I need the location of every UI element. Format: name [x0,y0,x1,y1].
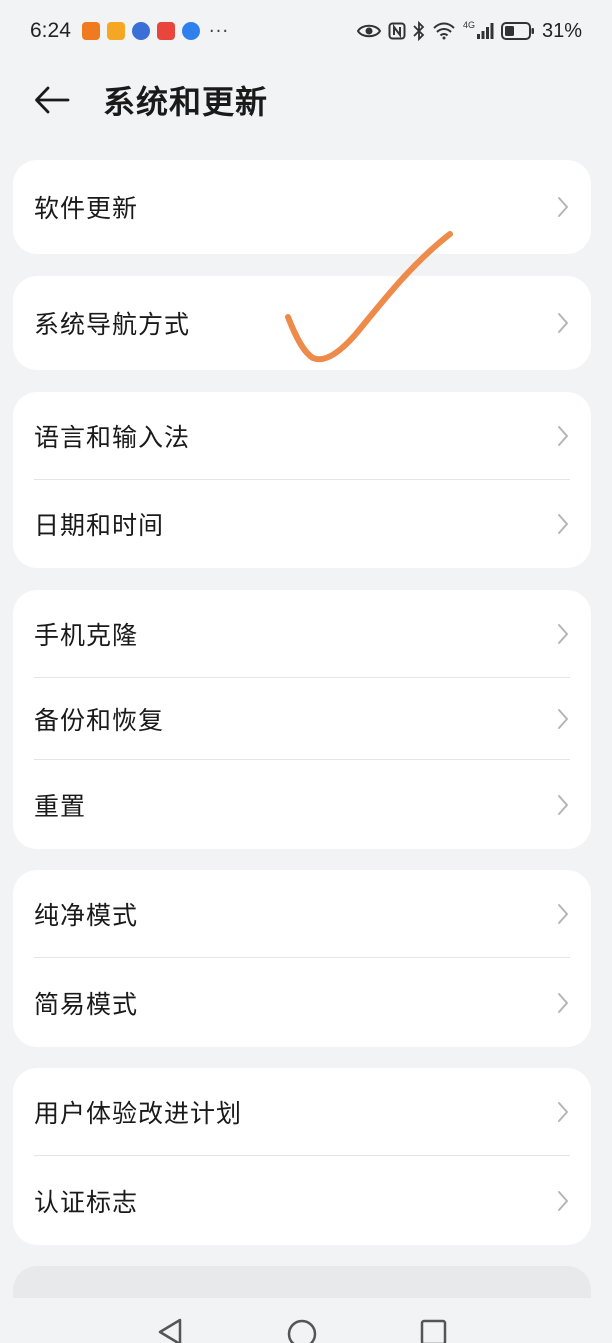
settings-item-label: 认证标志 [34,1187,139,1217]
chevron-right-icon [558,709,568,729]
chevron-right-icon [558,1190,568,1211]
settings-item-software-update[interactable]: 软件更新 [13,160,591,254]
settings-item-date-time[interactable]: 日期和时间 [13,480,591,568]
network-type-label: 4G [462,20,475,30]
chevron-right-icon [558,992,568,1013]
system-navigation-bar [0,1298,612,1343]
settings-group: 手机克隆 备份和恢复 重置 [13,590,591,849]
status-bar: 6:24 ··· 4G 31% [0,0,612,62]
nfc-icon [388,22,406,40]
settings-item-label: 简易模式 [34,989,139,1019]
chevron-right-icon [558,624,568,644]
settings-group: 系统导航方式 [13,276,591,370]
chevron-right-icon [558,313,568,333]
notification-app-icon [106,22,125,40]
nav-back-triangle-icon[interactable] [156,1318,184,1343]
nav-recents-square-icon[interactable] [420,1318,448,1343]
back-button[interactable] [30,82,74,118]
settings-group: 语言和输入法 日期和时间 [13,392,591,568]
chevron-right-icon [558,197,568,217]
notification-app-icon [81,22,100,40]
browser-app-icon [181,22,200,40]
settings-item-pure-mode[interactable]: 纯净模式 [13,870,591,958]
settings-item-language-input[interactable]: 语言和输入法 [13,392,591,480]
settings-item-reset[interactable]: 重置 [13,760,591,849]
status-time: 6:24 [30,19,71,42]
settings-item-label: 语言和输入法 [34,423,191,452]
nav-home-circle-icon[interactable] [286,1318,318,1343]
music-app-icon [131,22,150,40]
page-header: 系统和更新 [0,62,612,142]
chevron-right-icon [558,426,568,446]
page-title: 系统和更新 [103,83,269,121]
more-notifications-icon: ··· [208,20,230,42]
signal-icon [476,23,494,39]
notification-app-icon [156,22,175,40]
settings-item-simple-mode[interactable]: 简易模式 [13,958,591,1047]
chevron-right-icon [558,904,568,924]
settings-page: 6:24 ··· 4G 31% 系统和更新 软件更新 系统导航方式 语言和输入法… [0,0,612,1343]
settings-item-certification[interactable]: 认证标志 [13,1156,591,1245]
arrow-left-icon [35,86,70,114]
eye-icon [356,24,381,38]
battery-icon [500,22,534,40]
settings-item-backup-restore[interactable]: 备份和恢复 [13,678,591,760]
wifi-icon [433,22,455,40]
bluetooth-icon [413,21,425,41]
settings-item-label: 日期和时间 [34,511,165,540]
settings-group: 软件更新 [13,160,591,254]
settings-item-user-experience[interactable]: 用户体验改进计划 [13,1068,591,1156]
settings-item-phone-clone[interactable]: 手机克隆 [13,590,591,678]
settings-item-label: 软件更新 [34,194,139,223]
settings-item-label: 重置 [34,791,87,821]
status-bar-left: 6:24 ··· [30,19,229,43]
settings-group: 纯净模式 简易模式 [13,870,591,1047]
status-bar-right: 4G 31% [356,19,582,43]
settings-item-system-navigation[interactable]: 系统导航方式 [13,276,591,370]
chevron-right-icon [558,514,568,534]
chevron-right-icon [558,794,568,815]
settings-item-label: 用户体验改进计划 [34,1099,243,1128]
settings-item-label: 手机克隆 [34,621,139,650]
settings-item-label: 系统导航方式 [34,310,191,339]
battery-percent: 31% [541,19,582,42]
settings-item-label: 备份和恢复 [34,706,165,735]
settings-group: 用户体验改进计划 认证标志 [13,1068,591,1245]
chevron-right-icon [558,1102,568,1122]
settings-item-label: 纯净模式 [34,901,139,930]
